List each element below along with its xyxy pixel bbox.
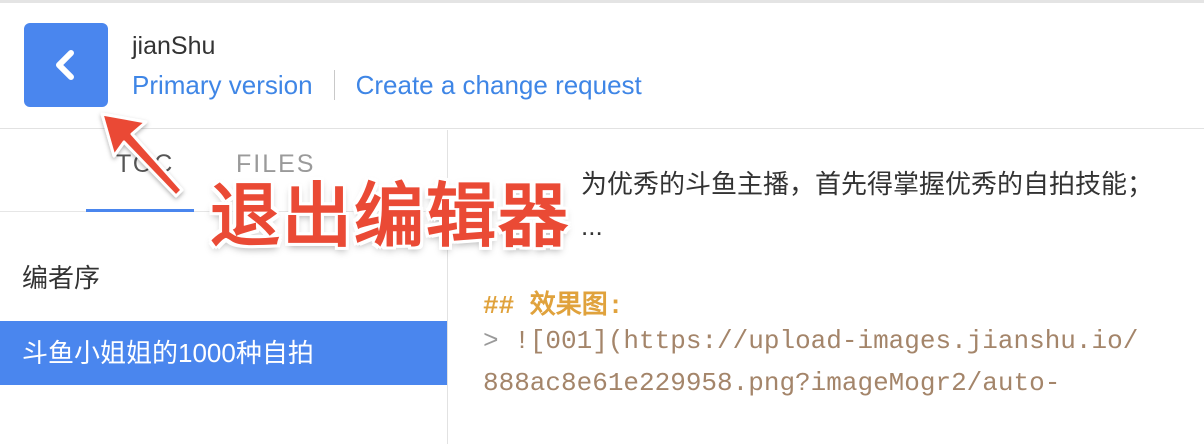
annotation-arrow-icon [100,112,184,198]
link-divider [333,70,335,100]
exit-editor-annotation: 退出编辑器 [210,175,570,257]
book-title: jianShu [132,32,216,60]
create-change-request-link[interactable]: Create a change request [356,67,642,103]
image-link-text: ![001](https://upload-images.jianshu.io/ [514,326,1139,356]
blockquote-marker: > [483,326,515,356]
exit-editor-button[interactable] [24,23,108,107]
editor-code-line: 888ac8e61e229958.png?imageMogr2/auto- [483,368,1061,398]
primary-version-link[interactable]: Primary version [132,67,313,103]
editor-code-line: > ![001](https://upload-images.jianshu.i… [483,326,1138,356]
chevron-left-icon [56,50,74,80]
toc-item-selfie-chapter[interactable]: 斗鱼小姐姐的1000种自拍 [0,321,447,385]
editor-text-line: ... [581,211,603,241]
editor-heading-line: ## 效果图: [483,291,624,321]
version-links: Primary version Create a change request [132,67,642,103]
editor-text-line: 为优秀的斗鱼主播，首先得掌握优秀的自拍技能； [581,169,1154,199]
